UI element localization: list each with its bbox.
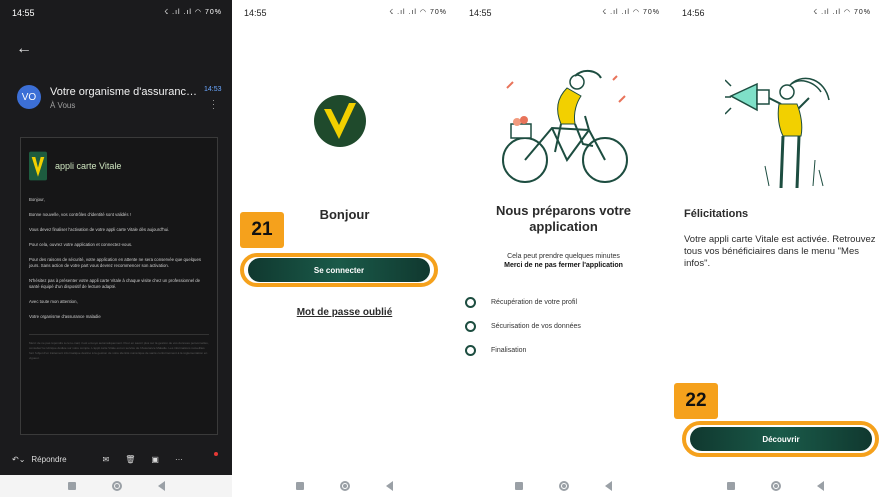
status-time: 14:55	[469, 8, 492, 18]
status-time: 14:55	[12, 8, 35, 18]
login-button[interactable]: Se connecter	[248, 258, 430, 282]
step-circle-icon	[465, 321, 476, 332]
email-paragraph: Bonne nouvelle, vos contrôles d'identité…	[29, 212, 131, 217]
status-bar: 14:56 ☇ .ıl .ıl ◠ 70%	[670, 0, 881, 24]
email-action-bar: ↶⌄ Répondre ✉ 🗑︎ ▣ ···	[0, 445, 232, 473]
more-icon[interactable]: ···	[175, 455, 183, 464]
email-screen: 14:55 ☇ .ıl .ıl ◠ 70% ← VO Votre organis…	[0, 0, 232, 497]
status-icons: ☇ .ıl .ıl ◠ 70%	[164, 9, 222, 16]
mark-unread-icon[interactable]: ✉	[103, 455, 110, 464]
title-line: application	[529, 219, 598, 234]
home-icon[interactable]	[559, 481, 569, 491]
home-icon[interactable]	[111, 481, 122, 491]
reply-button[interactable]: ↶⌄ Répondre	[12, 455, 67, 464]
megaphone-illustration-icon	[725, 77, 830, 189]
email-time: 14:53	[204, 86, 222, 93]
status-bar: 14:55 ☇ .ıl .ıl ◠ 70%	[0, 0, 232, 24]
android-nav-bar	[457, 475, 670, 497]
email-paragraph: N'hésitez pas à présenter votre appli ca…	[29, 278, 201, 289]
status-time: 14:55	[244, 8, 267, 18]
back-icon[interactable]	[386, 481, 393, 491]
status-icons: ☇ .ıl .ıl ◠ 70%	[602, 9, 660, 16]
step-badge: 21	[240, 212, 284, 248]
status-icons: ☇ .ıl .ıl ◠ 70%	[813, 9, 871, 16]
recents-icon[interactable]	[515, 482, 523, 490]
progress-step: Finalisation	[465, 345, 526, 356]
avatar: VO	[17, 85, 41, 109]
email-recipient: À Vous	[50, 101, 76, 110]
status-time: 14:56	[682, 8, 705, 18]
progress-step: Sécurisation de vos données	[465, 321, 581, 332]
email-app-name: appli carte Vitale	[55, 161, 122, 171]
email-body: appli carte Vitale Bonjour, Bonne nouvel…	[20, 137, 218, 435]
progress-step: Récupération de votre profil	[465, 297, 577, 308]
step-circle-icon	[465, 345, 476, 356]
home-icon[interactable]	[340, 481, 350, 491]
home-icon[interactable]	[771, 481, 781, 491]
status-bar: 14:55 ☇ .ıl .ıl ◠ 70%	[457, 0, 670, 24]
step-badge: 22	[674, 383, 718, 419]
title-line: Nous préparons votre	[495, 203, 632, 218]
back-icon[interactable]	[157, 481, 165, 491]
divider	[29, 334, 209, 335]
email-paragraph: Pour cela, ouvrez votre application et c…	[29, 242, 133, 247]
status-bar: 14:55 ☇ .ıl .ıl ◠ 70%	[232, 0, 457, 24]
email-header-banner: appli carte Vitale	[29, 144, 209, 188]
page-title: Nous préparons votre application	[457, 203, 670, 235]
email-sender: Votre organisme d'assurance ma...	[50, 86, 200, 98]
recents-icon[interactable]	[67, 482, 76, 490]
vitale-logo-icon	[314, 95, 366, 147]
email-paragraph: Vous devez finaliser l'activation de vot…	[29, 227, 170, 232]
forgot-password-link[interactable]: Mot de passe oublié	[232, 307, 457, 318]
login-screen: 14:55 ☇ .ıl .ıl ◠ 70% Bonjour 21 Se conn…	[232, 0, 457, 497]
preparing-screen: 14:55 ☇ .ıl .ıl ◠ 70% Nous préparons vot…	[457, 0, 670, 497]
cyclist-illustration-icon	[502, 70, 628, 183]
subtitle-line: Merci de ne pas fermer l'application	[504, 262, 623, 269]
recents-icon[interactable]	[296, 482, 304, 490]
subtitle-line: Cela peut prendre quelques minutes	[507, 253, 620, 260]
email-paragraph: Pour des raisons de sécurité, votre appl…	[29, 257, 201, 268]
status-icons: ☇ .ıl .ıl ◠ 70%	[389, 9, 447, 16]
archive-icon[interactable]: ▣	[151, 455, 159, 464]
reply-icon: ↶⌄	[12, 454, 26, 464]
success-message: Votre appli carte Vitale est activée. Re…	[684, 234, 876, 269]
email-closing: Avec toute mon attention,	[29, 299, 78, 304]
email-signature: Votre organisme d'assurance maladie	[29, 314, 101, 319]
notification-dot	[214, 452, 218, 456]
reply-label: Répondre	[31, 454, 67, 464]
email-greeting: Bonjour,	[29, 197, 45, 202]
success-screen: 14:56 ☇ .ıl .ıl ◠ 70% Félicitations Votr…	[670, 0, 881, 497]
back-icon[interactable]	[817, 481, 824, 491]
subtitle: Cela peut prendre quelques minutes Merci…	[457, 252, 670, 270]
trash-icon[interactable]: 🗑︎	[125, 455, 135, 464]
back-arrow-icon[interactable]: ←	[16, 40, 32, 58]
recents-icon[interactable]	[727, 482, 735, 490]
android-nav-bar	[232, 475, 457, 497]
android-nav-bar	[670, 475, 881, 497]
more-options-icon[interactable]: · · ·	[212, 96, 215, 113]
back-icon[interactable]	[605, 481, 612, 491]
page-title: Félicitations	[684, 208, 749, 220]
vitale-logo-icon	[29, 151, 47, 181]
step-circle-icon	[465, 297, 476, 308]
discover-button[interactable]: Découvrir	[690, 427, 872, 451]
email-fine-print: Merci de ne pas répondre à cet e-mail, i…	[29, 341, 209, 360]
android-nav-bar	[0, 475, 232, 497]
